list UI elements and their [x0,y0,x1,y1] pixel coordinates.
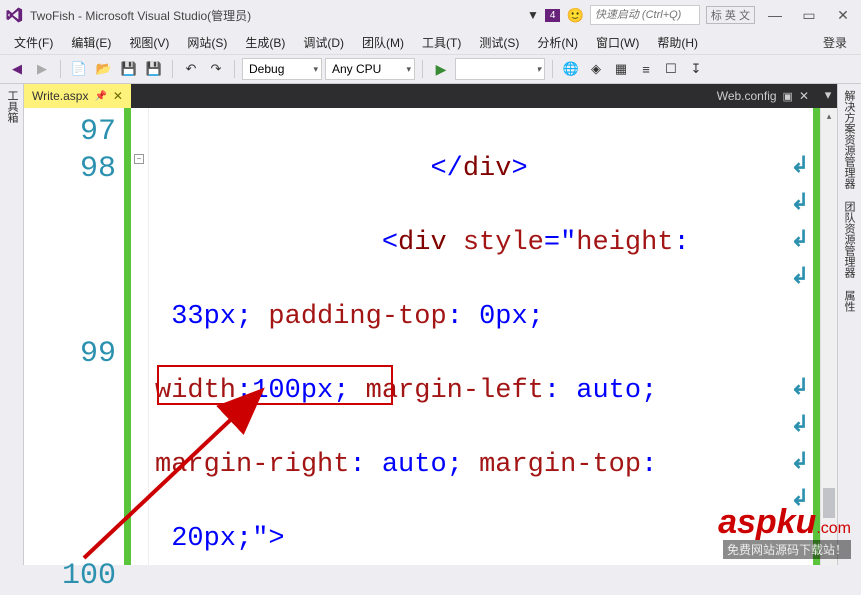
change-margin [124,108,131,565]
tab-write-aspx[interactable]: Write.aspx 📌 ✕ [24,84,131,108]
title-bar: TwoFish - Microsoft Visual Studio(管理员) ▼… [0,0,861,30]
menu-team[interactable]: 团队(M) [354,31,412,54]
quick-launch[interactable] [590,5,700,25]
feedback-icon[interactable]: 🙂 [566,7,583,24]
maximize-button[interactable]: ▭ [795,4,823,26]
tab-strip: Write.aspx 📌 ✕ Web.config ▣ ✕ ▾ [24,84,837,108]
code-editor[interactable]: 97 98 99 100 − </div> <div style="height… [24,108,837,565]
menu-build[interactable]: 生成(B) [237,31,293,54]
run-target[interactable] [455,58,545,80]
redo-button[interactable]: ↷ [205,58,227,80]
tb-icon-2[interactable]: ▦ [610,58,632,80]
back-button[interactable]: ◀ [6,58,28,80]
flag-icon[interactable]: ▼ [527,8,539,22]
menu-analyze[interactable]: 分析(N) [529,31,586,54]
menu-help[interactable]: 帮助(H) [649,31,706,54]
close-icon[interactable]: ✕ [799,89,809,103]
login-link[interactable]: 登录 [815,31,855,54]
right-well: 解决方案资源管理器 团队资源管理器 属性 [837,84,861,565]
forward-button[interactable]: ▶ [31,58,53,80]
tb-icon-1[interactable]: ◈ [585,58,607,80]
tab-label: Write.aspx [32,89,88,103]
save-button[interactable]: 💾 [118,58,140,80]
wrap-indicator-margin: ↲ ↲ ↲ ↲ ↲ ↲ ↲ ↲ [791,108,813,565]
window-title: TwoFish - Microsoft Visual Studio(管理员) [30,7,251,24]
menu-website[interactable]: 网站(S) [179,31,235,54]
solution-explorer-tab[interactable]: 解决方案资源管理器 [838,84,861,195]
team-explorer-tab[interactable]: 团队资源管理器 [838,195,861,284]
tb-icon-3[interactable]: ≡ [635,58,657,80]
menu-debug[interactable]: 调试(D) [295,31,352,54]
menu-edit[interactable]: 编辑(E) [63,31,119,54]
menu-window[interactable]: 窗口(W) [588,31,647,54]
tb-icon-5[interactable]: ↧ [685,58,707,80]
properties-tab[interactable]: 属性 [838,284,861,318]
open-button[interactable]: 📂 [93,58,115,80]
scroll-up-icon[interactable]: ▴ [821,108,837,124]
config-combo[interactable]: Debug [242,58,322,80]
right-change-margin [813,108,820,565]
quick-launch-input[interactable] [595,9,695,21]
ime-indicator[interactable]: 标 英 文 [706,6,755,24]
line-number-gutter: 97 98 99 100 [24,108,124,565]
preview-tab[interactable]: Web.config ▣ ✕ [707,84,819,108]
toolbar: ◀ ▶ 📄 📂 💾 💾 ↶ ↷ Debug Any CPU ▶ 🌐 ◈ ▦ ≡ … [0,54,861,84]
pin-icon[interactable]: 📌 [94,91,106,102]
vertical-scrollbar[interactable]: ▴ [820,108,837,565]
watermark: aspku.com 免费网站源码下载站！ [718,503,851,559]
menu-bar: 文件(F) 编辑(E) 视图(V) 网站(S) 生成(B) 调试(D) 团队(M… [0,30,861,54]
preview-tab-label: Web.config [717,89,777,103]
toolbox-tab[interactable]: 工具箱 [0,84,24,129]
left-well: 工具箱 [0,84,24,565]
close-button[interactable]: ✕ [829,4,857,26]
undo-button[interactable]: ↶ [180,58,202,80]
menu-tools[interactable]: 工具(T) [414,31,469,54]
fold-toggle[interactable]: − [134,154,144,164]
browse-button[interactable]: 🌐 [560,58,582,80]
code-text[interactable]: </div> <div style="height: 33px; padding… [149,108,791,565]
annotation-box [157,365,393,405]
document-area: 工具箱 解决方案资源管理器 团队资源管理器 属性 Write.aspx 📌 ✕ … [0,84,861,565]
new-project-button[interactable]: 📄 [68,58,90,80]
outline-margin: − [131,108,149,565]
menu-view[interactable]: 视图(V) [121,31,177,54]
promote-icon[interactable]: ▣ [783,90,793,103]
tab-dropdown[interactable]: ▾ [819,84,837,106]
save-all-button[interactable]: 💾 [143,58,165,80]
run-button[interactable]: ▶ [430,58,452,80]
notification-badge[interactable]: 4 [545,9,561,22]
minimize-button[interactable]: — [761,4,789,26]
platform-combo[interactable]: Any CPU [325,58,415,80]
menu-test[interactable]: 测试(S) [471,31,527,54]
tb-icon-4[interactable]: ☐ [660,58,682,80]
close-icon[interactable]: ✕ [113,89,123,103]
vs-logo-icon [4,5,24,25]
menu-file[interactable]: 文件(F) [6,31,61,54]
